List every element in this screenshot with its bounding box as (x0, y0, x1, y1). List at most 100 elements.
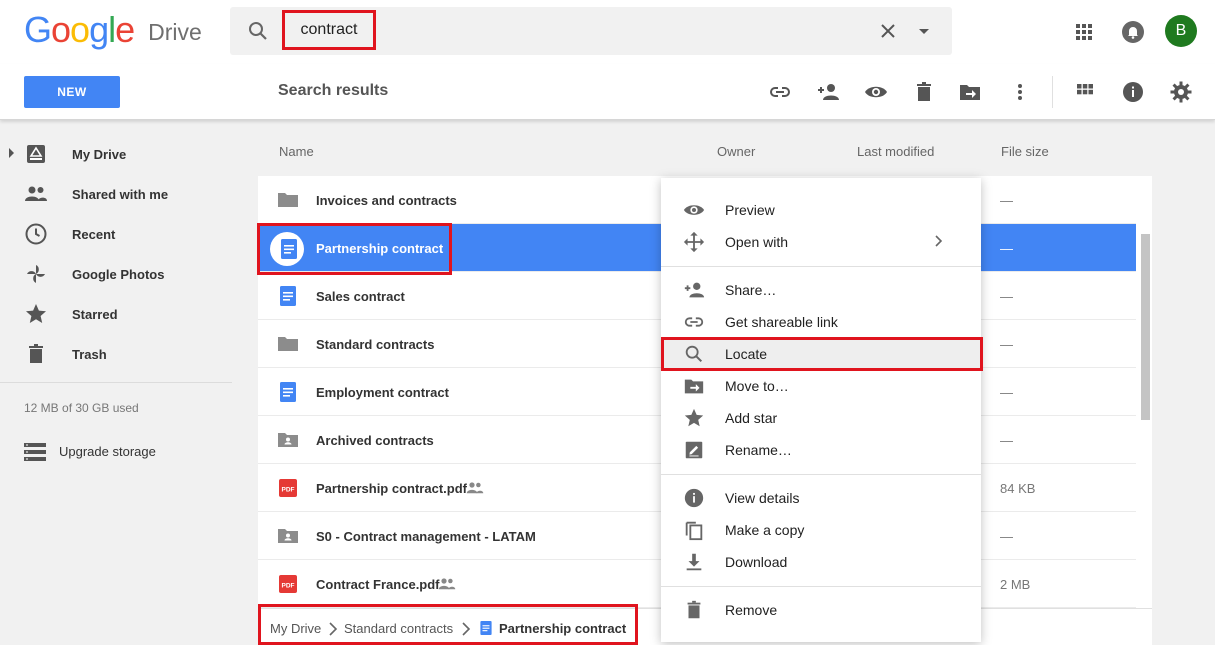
menu-item-share[interactable]: Share… (661, 274, 981, 306)
menu-item-label: Get shareable link (725, 314, 838, 330)
page-title: Search results (278, 82, 389, 99)
highlight-locate-item (661, 337, 983, 371)
menu-item-view-details[interactable]: View details (661, 482, 981, 514)
google-logo-text: Google (24, 9, 135, 50)
menu-item-move-to[interactable]: Move to… (661, 370, 981, 402)
folder-icon (278, 337, 298, 351)
file-size: — (1000, 433, 1013, 448)
shared-folder-icon (278, 433, 298, 447)
file-name: Sales contract (316, 289, 405, 304)
menu-divider (661, 474, 981, 475)
sidebar-item-label: Google Photos (72, 267, 165, 282)
sidebar-item-starred[interactable]: Starred (0, 294, 258, 334)
menu-item-rename[interactable]: Rename… (661, 434, 981, 466)
star-icon (684, 408, 704, 427)
sidebar-item-label: Trash (72, 347, 107, 362)
move-to-folder-icon[interactable] (958, 80, 982, 104)
scrollbar[interactable] (1141, 234, 1150, 420)
menu-item-open-with[interactable]: Open with (661, 226, 981, 258)
sidebar-item-label: Shared with me (72, 187, 169, 202)
menu-item-label: View details (725, 490, 800, 506)
close-icon[interactable] (876, 19, 900, 43)
file-size: 2 MB (1000, 577, 1031, 592)
pdf-icon: PDF (279, 575, 297, 593)
toolbar: NEW Search results (0, 64, 1215, 120)
column-header-owner[interactable]: Owner (717, 144, 755, 159)
avatar[interactable]: B (1165, 15, 1197, 47)
product-name: Drive (148, 18, 202, 45)
file-name: Standard contracts (316, 337, 435, 352)
column-header-last-modified[interactable]: Last modified (857, 144, 934, 159)
menu-item-label: Share… (725, 282, 777, 298)
star-icon (26, 304, 46, 323)
menu-item-label: Move to… (725, 378, 789, 394)
storage-usage-text: 12 MB of 30 GB used (24, 401, 139, 415)
info-icon[interactable] (1121, 80, 1145, 104)
file-name: S0 - Contract management - LATAM (316, 529, 536, 544)
storage-icon (24, 443, 46, 461)
add-person-icon (684, 282, 705, 298)
open-with-icon (683, 231, 705, 253)
eye-icon[interactable] (864, 80, 888, 104)
file-size: 84 KB (1000, 481, 1036, 496)
menu-item-preview[interactable]: Preview (661, 194, 981, 226)
chevron-right-icon (935, 235, 943, 247)
file-size: — (1000, 289, 1013, 304)
menu-item-remove[interactable]: Remove (661, 594, 981, 626)
menu-item-make-a-copy[interactable]: Make a copy (661, 514, 981, 546)
highlight-breadcrumb (258, 604, 638, 645)
folder-icon (278, 193, 298, 207)
menu-item-label: Add star (725, 410, 778, 426)
search-icon[interactable] (246, 19, 270, 43)
search-input[interactable]: contract (282, 10, 376, 50)
menu-item-label: Download (725, 554, 788, 570)
menu-item-download[interactable]: Download (661, 546, 981, 578)
settings-gear-icon[interactable] (1169, 80, 1193, 104)
sidebar-item-shared-with-me[interactable]: Shared with me (0, 174, 258, 214)
upgrade-storage-link[interactable]: Upgrade storage (24, 440, 224, 464)
new-button[interactable]: NEW (24, 76, 120, 108)
sidebar-item-label: Recent (72, 227, 116, 242)
pencil-icon (685, 441, 703, 459)
menu-item-label: Rename… (725, 442, 792, 458)
file-name: Contract France.pdf (316, 577, 440, 592)
menu-item-get-shareable-link[interactable]: Get shareable link (661, 306, 981, 338)
expand-arrow-icon[interactable] (9, 148, 14, 158)
menu-divider (661, 586, 981, 587)
menu-item-label: Preview (725, 202, 775, 218)
notifications-bell-icon[interactable] (1121, 20, 1145, 44)
link-icon (684, 317, 704, 327)
more-vert-icon[interactable] (1008, 80, 1032, 104)
add-person-icon[interactable] (816, 80, 840, 104)
column-header-name[interactable]: Name (279, 144, 314, 159)
svg-text:PDF: PDF (282, 583, 295, 590)
people-icon (25, 186, 47, 201)
trash-icon[interactable] (912, 80, 936, 104)
link-icon[interactable] (768, 80, 792, 104)
search-bar[interactable]: contract (230, 7, 952, 55)
copy-icon (685, 521, 703, 541)
sidebar-item-trash[interactable]: Trash (0, 334, 258, 374)
menu-divider (661, 266, 981, 267)
column-header-file-size[interactable]: File size (1001, 144, 1049, 159)
sidebar-item-google-photos[interactable]: Google Photos (0, 254, 258, 294)
header: Google Drive contract B (0, 0, 1215, 64)
shared-people-icon (438, 578, 456, 590)
sidebar-item-recent[interactable]: Recent (0, 214, 258, 254)
google-doc-icon (280, 382, 296, 402)
shared-folder-icon (278, 529, 298, 543)
sidebar-item-my-drive[interactable]: My Drive (0, 134, 258, 174)
toolbar-divider (1052, 76, 1053, 108)
grid-view-icon[interactable] (1073, 80, 1097, 104)
search-options-dropdown-icon[interactable] (912, 19, 936, 43)
apps-grid-icon[interactable] (1072, 20, 1096, 44)
eye-icon (683, 205, 705, 215)
menu-item-add-star[interactable]: Add star (661, 402, 981, 434)
menu-item-label: Make a copy (725, 522, 805, 538)
menu-item-label: Open with (725, 234, 789, 250)
sidebar: My Drive Shared with me Recent Google Ph… (0, 120, 258, 645)
google-drive-logo[interactable]: Google Drive (24, 9, 202, 50)
menu-item-label: Remove (725, 602, 778, 618)
trash-icon (29, 344, 43, 363)
context-menu: Preview Open with Share… Get shareable l… (661, 178, 983, 642)
